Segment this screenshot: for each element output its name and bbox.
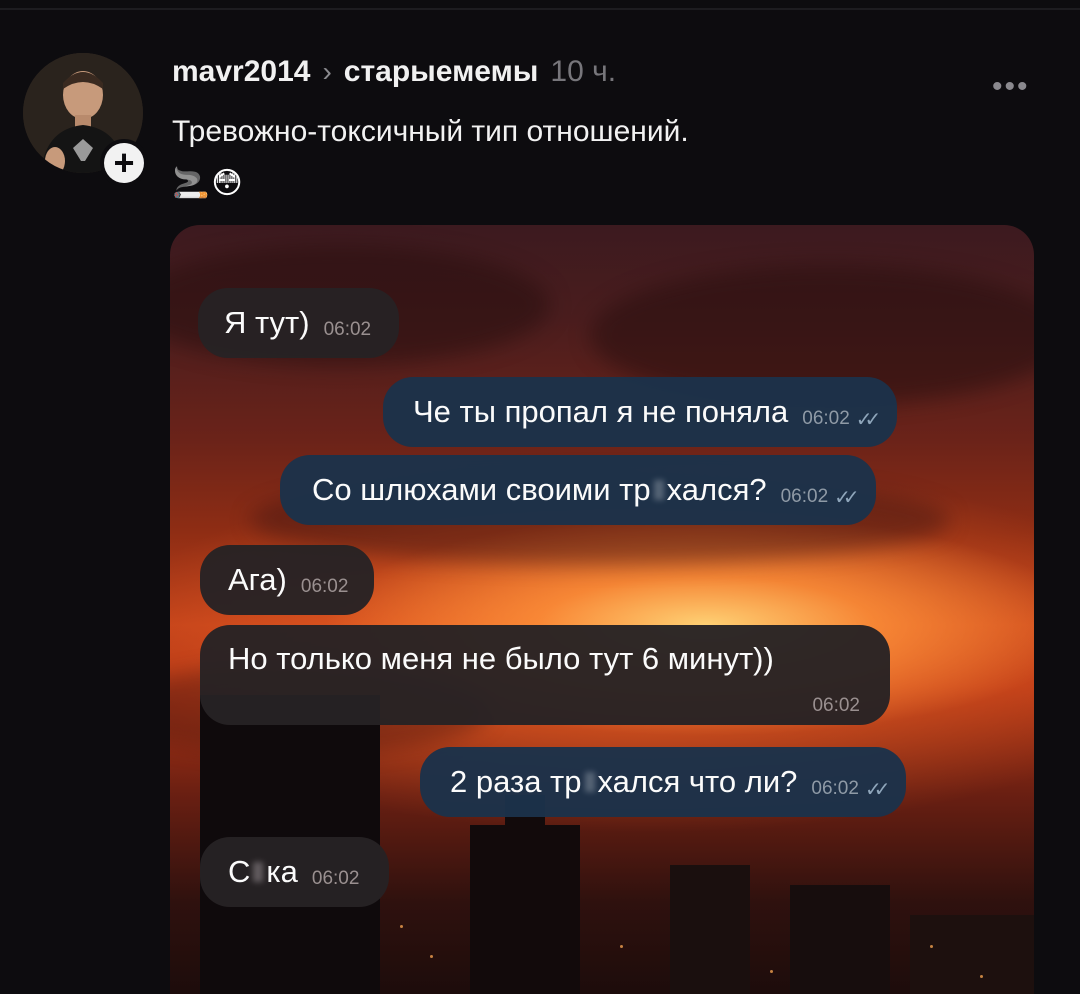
- message-text: Я тут): [224, 305, 310, 340]
- building: [910, 915, 1034, 994]
- plus-icon: +: [104, 143, 144, 183]
- community-name[interactable]: старыемемы: [344, 55, 539, 89]
- chat-message-incoming: С ка 06:02: [200, 837, 390, 907]
- cigarette-emoji-icon: 🚬: [172, 166, 210, 200]
- more-options-icon[interactable]: •••: [992, 70, 1030, 104]
- post-image[interactable]: Я тут) 06:02 Че ты пропал я не поняла 06…: [170, 225, 1034, 994]
- city-light: [430, 955, 433, 958]
- city-light: [620, 945, 623, 948]
- message-time: 06:02: [812, 695, 860, 716]
- message-time: 06:02: [300, 576, 349, 597]
- message-text: Но только меня не было тут 6 минут)): [228, 641, 774, 676]
- building: [670, 865, 750, 994]
- chat-message-incoming: Но только меня не было тут 6 минут)) 06:…: [200, 625, 890, 725]
- message-text: ка: [266, 854, 298, 889]
- message-text: С: [228, 854, 251, 889]
- censor-blur: [584, 772, 595, 792]
- post-time: 10 ч.: [550, 55, 617, 88]
- top-divider: [0, 8, 1080, 10]
- message-text: 2 раза тр: [450, 764, 582, 799]
- message-time: 06:02: [323, 319, 372, 340]
- city-light: [930, 945, 933, 948]
- chat-message-incoming: Ага) 06:02: [200, 545, 375, 615]
- message-time: 06:02: [311, 868, 360, 889]
- follow-button[interactable]: +: [100, 139, 148, 187]
- message-text: хался что ли?: [597, 764, 798, 799]
- double-check-icon: ✓✓: [834, 486, 859, 509]
- message-time: 06:02: [811, 778, 859, 799]
- city-light: [400, 925, 403, 928]
- chat-message-outgoing: Че ты пропал я не поняла 06:02 ✓✓: [383, 377, 898, 447]
- post-emoji-line: 🚬 😳: [172, 163, 243, 203]
- message-text: Че ты пропал я не поняла: [413, 394, 789, 429]
- message-text: Со шлюхами своими тр: [312, 472, 651, 507]
- censor-blur: [253, 862, 264, 882]
- post-header: mavr2014 › старыемемы 10 ч.: [172, 55, 616, 95]
- city-light: [980, 975, 983, 978]
- message-time: 06:02: [802, 408, 850, 429]
- message-time: 06:02: [780, 486, 829, 507]
- chat-message-outgoing: 2 раза тр хался что ли? 06:02 ✓✓: [420, 747, 907, 817]
- building: [470, 825, 580, 994]
- post-caption: Тревожно-токсичный тип отношений.: [172, 115, 689, 148]
- message-text: хался?: [666, 472, 767, 507]
- chevron-right-icon: ›: [322, 56, 332, 87]
- author-username[interactable]: mavr2014: [172, 55, 310, 89]
- double-check-icon: ✓✓: [864, 778, 890, 801]
- city-light: [770, 970, 773, 973]
- double-check-icon: ✓✓: [855, 408, 881, 431]
- building: [790, 885, 890, 994]
- chat-message-incoming: Я тут) 06:02: [198, 288, 400, 358]
- message-text: Ага): [228, 562, 287, 597]
- flushed-face-emoji-icon: 😳: [211, 166, 243, 200]
- chat-message-outgoing: Со шлюхами своими тр хался? 06:02 ✓✓: [280, 455, 876, 525]
- censor-blur: [653, 480, 664, 500]
